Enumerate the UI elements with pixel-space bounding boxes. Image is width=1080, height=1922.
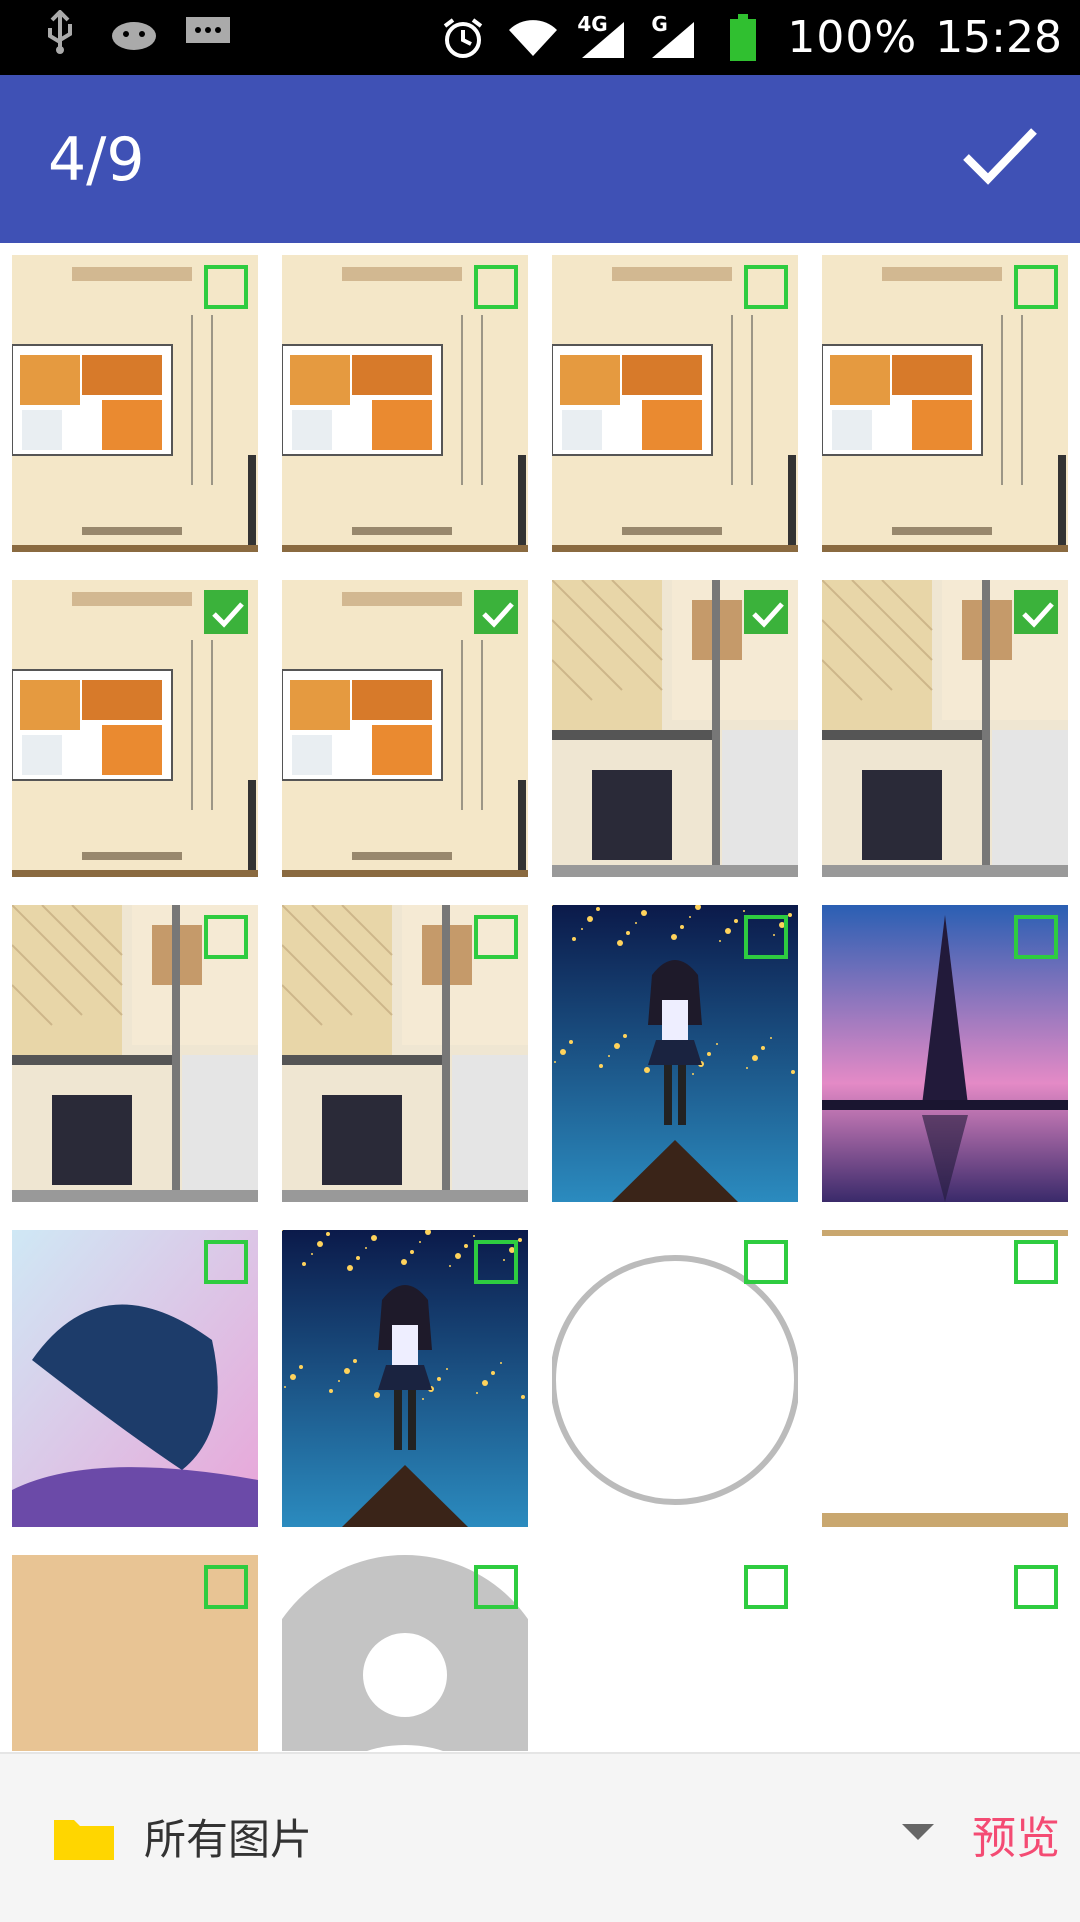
checkbox-unchecked[interactable] [1014,915,1058,959]
confirm-button[interactable] [960,121,1040,191]
photo-thumbnail[interactable] [822,905,1068,1202]
checkbox-unchecked[interactable] [744,265,788,309]
photo-grid [0,243,1080,1751]
app-bar: 4/9 [0,75,1080,243]
photo-thumbnail[interactable] [552,1555,798,1751]
photo-thumbnail[interactable] [552,255,798,552]
photo-thumbnail[interactable] [552,580,798,877]
photo-thumbnail[interactable] [12,580,258,877]
battery-percent: 100% [787,12,918,63]
dropdown-caret-icon[interactable] [902,1824,934,1840]
bottom-bar: 所有图片 预览 [0,1752,1080,1922]
check-icon [1022,602,1054,628]
folder-icon [52,1812,116,1862]
checkbox-unchecked[interactable] [1014,265,1058,309]
clock: 15:28 [935,12,1062,63]
checkbox-unchecked[interactable] [204,1565,248,1609]
checkbox-checked[interactable] [1014,590,1058,634]
checkbox-unchecked[interactable] [1014,1240,1058,1284]
checkbox-unchecked[interactable] [474,915,518,959]
check-icon [482,602,514,628]
photo-thumbnail[interactable] [282,255,528,552]
photo-thumbnail[interactable] [282,1555,528,1751]
status-bar: 4G G 100% 15:28 [0,0,1080,75]
photo-thumbnail[interactable] [282,905,528,1202]
android-icon [108,10,160,54]
checkbox-unchecked[interactable] [744,1565,788,1609]
checkbox-unchecked[interactable] [744,915,788,959]
checkbox-checked[interactable] [744,590,788,634]
network-g-label: G [651,11,668,36]
checkbox-unchecked[interactable] [204,265,248,309]
usb-icon [34,10,86,54]
checkbox-checked[interactable] [474,590,518,634]
check-icon [212,602,244,628]
photo-thumbnail[interactable] [822,580,1068,877]
checkbox-unchecked[interactable] [204,1240,248,1284]
photo-thumbnail[interactable] [282,580,528,877]
checkbox-unchecked[interactable] [474,265,518,309]
photo-thumbnail[interactable] [282,1230,528,1527]
photo-thumbnail[interactable] [12,1230,258,1527]
photo-thumbnail[interactable] [822,1230,1068,1527]
photo-thumbnail[interactable] [822,255,1068,552]
photo-thumbnail[interactable] [552,905,798,1202]
checkbox-checked[interactable] [204,590,248,634]
network-4g-label: 4G [577,11,608,36]
checkbox-unchecked[interactable] [474,1240,518,1284]
photo-thumbnail[interactable] [12,1555,258,1751]
selection-counter: 4/9 [48,125,145,195]
checkbox-unchecked[interactable] [744,1240,788,1284]
battery-icon [717,13,769,61]
checkbox-unchecked[interactable] [1014,1565,1058,1609]
alarm-icon [437,16,489,60]
checkbox-unchecked[interactable] [474,1565,518,1609]
album-selector[interactable]: 所有图片 [144,1806,312,1867]
signal-g-icon: G [647,12,699,60]
photo-thumbnail[interactable] [12,905,258,1202]
check-icon [963,128,1037,185]
photo-thumbnail[interactable] [12,255,258,552]
signal-4g-icon: 4G [577,12,629,60]
message-icon [182,10,234,54]
check-icon [752,602,784,628]
wifi-icon [507,16,559,60]
checkbox-unchecked[interactable] [204,915,248,959]
photo-thumbnail[interactable] [822,1555,1068,1751]
photo-thumbnail[interactable] [552,1230,798,1527]
preview-button[interactable]: 预览 [972,1802,1060,1866]
